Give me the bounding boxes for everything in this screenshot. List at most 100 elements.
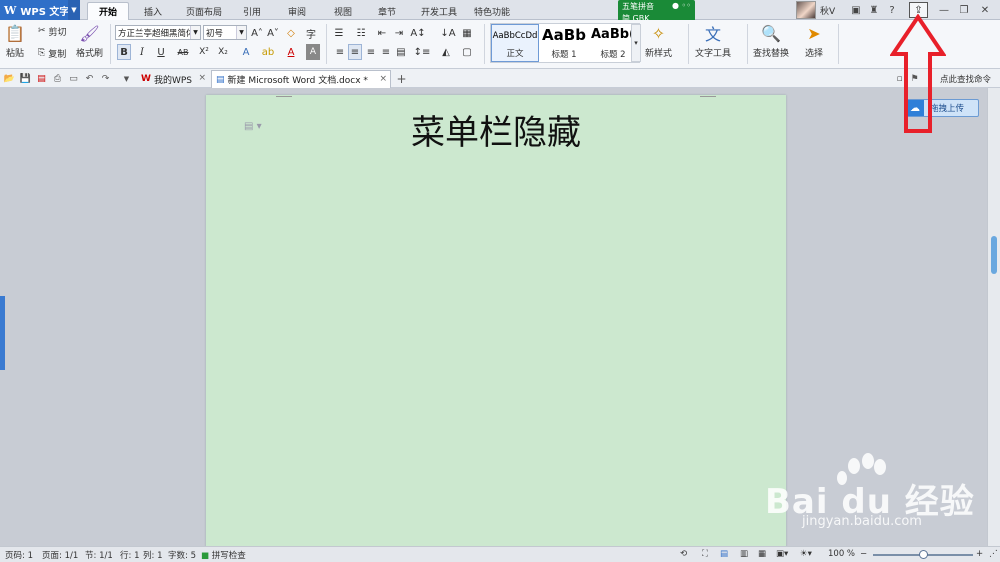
skin-icon[interactable]: ▣ (849, 3, 863, 17)
scroll-thumb[interactable] (991, 236, 997, 274)
tab-document[interactable]: ▤ 新建 Microsoft Word 文档.docx * × (211, 70, 391, 88)
paste-button[interactable]: 📋 粘贴 (4, 23, 26, 60)
styles-scroll[interactable]: ▾ (631, 24, 641, 62)
zoom-slider-knob[interactable] (918, 550, 928, 559)
new-tab-icon[interactable]: + (395, 72, 408, 86)
status-word-count[interactable]: 字数: 5 (168, 549, 196, 561)
backup-icon[interactable]: ⟲ (680, 549, 687, 559)
reading-view-icon[interactable]: ▣▾ (776, 549, 788, 559)
find-replace-button[interactable]: 🔍 查找替换 (753, 23, 789, 60)
decrease-indent-icon[interactable]: ⇤ (375, 25, 389, 41)
status-pages[interactable]: 页面: 1/1 (42, 549, 78, 561)
user-name[interactable]: 秋V (820, 4, 835, 17)
superscript-button[interactable]: X² (197, 44, 211, 60)
format-painter-button[interactable]: 🖌 格式刷 (76, 23, 103, 60)
status-section[interactable]: 节: 1/1 (85, 549, 113, 561)
table-icon[interactable]: ▦ (460, 25, 474, 41)
justify-icon[interactable]: ≡ (379, 44, 393, 60)
redo-icon[interactable]: ↷ (99, 72, 112, 85)
clear-format-icon[interactable]: ◇ (284, 25, 298, 41)
char-shading-icon[interactable]: A (306, 44, 320, 60)
tab-review[interactable]: 审阅 (281, 2, 313, 20)
new-style-button[interactable]: ✧ 新样式 (645, 23, 672, 60)
text-effect-icon[interactable]: A (238, 44, 254, 60)
sidebar-toggle[interactable] (0, 296, 5, 370)
tab-home[interactable]: 开始 (87, 2, 129, 20)
close-icon[interactable]: × (198, 73, 206, 83)
tab-page-layout[interactable]: 页面布局 (178, 2, 230, 20)
outline-view-icon[interactable]: ▥ (740, 549, 748, 559)
open-icon[interactable]: 📂 (3, 72, 16, 85)
line-spacing-icon[interactable]: ↕≡ (414, 44, 431, 60)
app-menu-button[interactable]: W WPS 文字 ▼ (0, 0, 80, 20)
eye-protect-icon[interactable]: ☀▾ (800, 549, 812, 559)
save-icon[interactable]: 💾 (19, 72, 32, 85)
find-command-link[interactable]: 点此查找命令 (940, 73, 991, 85)
font-name-combo[interactable]: 方正兰亭超细黑简体 ▼ (115, 25, 201, 40)
distribute-icon[interactable]: ▤ (394, 44, 408, 60)
style-heading-2[interactable]: AaBb( 标题 2 (589, 24, 637, 62)
phonetic-icon[interactable]: 字 (302, 25, 320, 41)
tab-references[interactable]: 引用 (236, 2, 268, 20)
align-right-icon[interactable]: ≡ (364, 44, 378, 60)
status-page-number[interactable]: 页码: 1 (5, 549, 33, 561)
numbering-icon[interactable]: ☷ (353, 25, 369, 41)
document-title-text[interactable]: 菜单栏隐藏 (206, 105, 786, 154)
bullets-icon[interactable]: ☰ (331, 25, 347, 41)
select-button[interactable]: ➤ 选择 (803, 23, 825, 60)
chevron-down-icon[interactable]: ▼ (190, 26, 200, 39)
status-row[interactable]: 行: 1 (120, 549, 139, 561)
align-left-icon[interactable]: ≡ (333, 44, 347, 60)
chevron-down-icon[interactable]: ▼ (236, 26, 246, 39)
vertical-scrollbar[interactable] (987, 88, 1000, 546)
tab-my-wps[interactable]: W 我的WPS × (137, 70, 209, 88)
style-heading-1[interactable]: AaBb 标题 1 (540, 24, 588, 62)
copy-button[interactable]: ⎘ 复制 (38, 46, 66, 60)
shading-icon[interactable]: ◭ (438, 44, 454, 60)
borders-icon[interactable]: ▢ (459, 44, 475, 60)
undo-icon[interactable]: ↶ (83, 72, 96, 85)
tab-chapter[interactable]: 章节 (371, 2, 403, 20)
resize-grip-icon[interactable]: ⋰ (989, 549, 998, 559)
zoom-out-icon[interactable]: − (860, 549, 867, 559)
font-size-combo[interactable]: 初号 ▼ (203, 25, 247, 40)
print-icon[interactable]: ⎙ (51, 72, 64, 85)
increase-indent-icon[interactable]: ⇥ (392, 25, 406, 41)
status-column[interactable]: 列: 1 (143, 549, 162, 561)
chevron-down-icon[interactable]: ▼ (120, 72, 133, 85)
zoom-level[interactable]: 100 % (828, 549, 855, 559)
tab-developer[interactable]: 开发工具 (414, 2, 464, 20)
tab-view[interactable]: 视图 (327, 2, 359, 20)
subscript-button[interactable]: X₂ (216, 44, 230, 60)
asian-layout-icon[interactable]: A↕ (410, 25, 426, 41)
shirt-icon[interactable]: ♜ (867, 3, 881, 17)
underline-button[interactable]: U (152, 44, 170, 60)
cut-button[interactable]: ✂ 剪切 (38, 24, 67, 38)
spell-check-toggle[interactable]: ■ 拼写检查 (201, 549, 246, 561)
page-view-icon[interactable]: ▤ (720, 549, 728, 559)
ime-settings-icon[interactable]: ● ◦◦ (672, 1, 691, 10)
chevron-down-icon[interactable]: ▼ (68, 0, 80, 20)
avatar[interactable] (796, 1, 816, 19)
shrink-font-icon[interactable]: A˅ (266, 25, 280, 41)
highlight-icon[interactable]: ab (259, 44, 277, 60)
tab-features[interactable]: 特色功能 (469, 2, 515, 20)
zoom-in-icon[interactable]: + (976, 549, 983, 559)
grow-font-icon[interactable]: A˄ (250, 25, 264, 41)
web-view-icon[interactable]: ▦ (758, 549, 766, 559)
align-center-icon[interactable]: ≡ (348, 44, 362, 60)
font-color-icon[interactable]: A (283, 44, 299, 60)
bold-button[interactable]: B (117, 44, 131, 60)
print-preview-icon[interactable]: ▭ (67, 72, 80, 85)
strikethrough-button[interactable]: AB (173, 44, 193, 60)
fullscreen-icon[interactable]: ⛶ (702, 549, 708, 559)
tab-insert[interactable]: 插入 (135, 2, 171, 20)
export-pdf-icon[interactable]: ▤ (35, 72, 48, 85)
close-icon[interactable]: × (379, 74, 387, 84)
text-tools-button[interactable]: 文 文字工具 (695, 23, 731, 59)
close-icon[interactable]: ✕ (978, 3, 992, 17)
restore-icon[interactable]: ❐ (957, 3, 971, 17)
document-page[interactable]: ▤ ▾ 菜单栏隐藏 (206, 95, 786, 547)
sort-icon[interactable]: ↓A (440, 25, 456, 41)
style-normal[interactable]: AaBbCcDd 正文 (491, 24, 539, 62)
